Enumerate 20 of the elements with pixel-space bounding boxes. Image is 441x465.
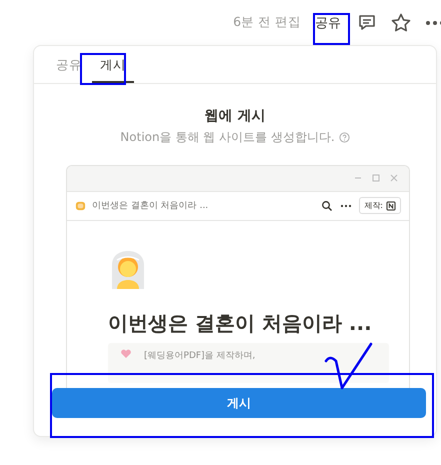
share-button[interactable]: 공유 [311, 12, 345, 34]
page-icon [75, 200, 86, 212]
annotation-box [313, 13, 350, 45]
callout-text: [웨딩용어PDF]을 제작하며, [144, 350, 256, 362]
made-with-badge: 제작: [359, 197, 401, 214]
page-title: 이번생은 결혼이 처음이라 ... [92, 200, 210, 212]
logo-icon [386, 200, 396, 211]
checkmark-drawing [323, 341, 375, 391]
publish-button[interactable]: 게시 [52, 388, 426, 418]
page-heading: 이번생은 결혼이 처음이라 ... [108, 310, 373, 337]
close-icon [389, 173, 399, 184]
popup-subtitle: Notion을 통해 웹 사이트를 생성합니다. [120, 128, 335, 146]
star-icon[interactable] [389, 10, 413, 34]
maximize-icon [371, 173, 381, 184]
annotation-box [80, 53, 126, 85]
heart-icon [120, 348, 132, 359]
search-icon [321, 200, 334, 212]
popup-title: 웹에 게시 [204, 106, 266, 126]
edited-time: 6분 전 편집 [233, 14, 301, 31]
tab[interactable]: 게시 [92, 50, 134, 83]
